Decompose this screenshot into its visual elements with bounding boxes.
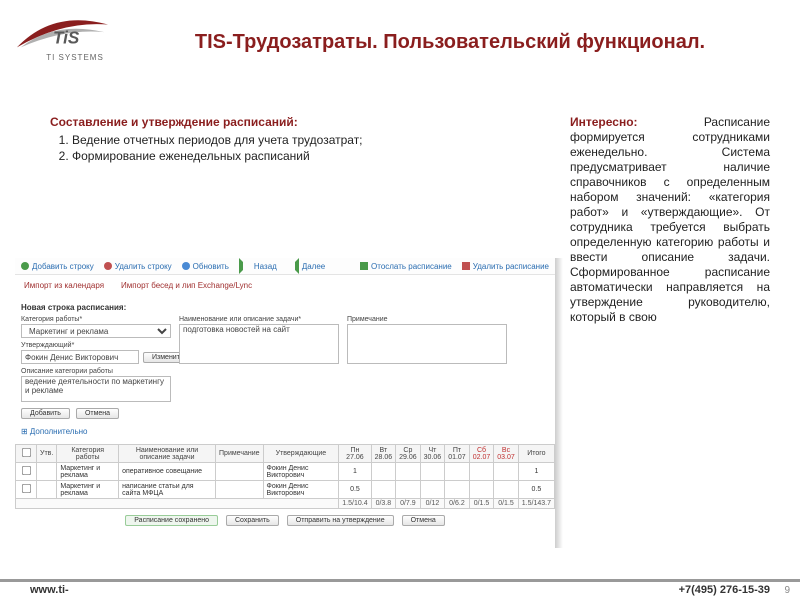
col-total: Итого xyxy=(518,445,554,463)
left-column: Составление и утверждение расписаний: Ве… xyxy=(50,115,430,165)
col-category: Категория работы xyxy=(57,445,119,463)
footer: www.ti- +7(495) 276-15-39 xyxy=(0,579,800,596)
import-lync-button[interactable]: Импорт бесед и лип Exchange/Lync xyxy=(118,281,252,290)
send-approval-button[interactable]: Отправить на утверждение xyxy=(287,515,394,526)
footer-site: www.ti- xyxy=(30,584,69,596)
app-toolbar: Добавить строку Удалить строку Обновить … xyxy=(15,258,555,275)
svg-text:TiS: TiS xyxy=(53,29,80,48)
activity-label: Наименование или описание задачи* xyxy=(179,316,339,323)
category-select[interactable]: Маркетинг и реклама xyxy=(21,324,171,338)
logo-swoosh-icon: TiS xyxy=(15,15,110,55)
back-button[interactable]: Назад xyxy=(239,258,277,274)
approver-input[interactable] xyxy=(21,350,139,364)
description-textarea[interactable]: ведение деятельности по маркетингу и рек… xyxy=(21,376,171,402)
saved-status-button[interactable]: Расписание сохранено xyxy=(125,515,218,526)
save-button[interactable]: Сохранить xyxy=(226,515,279,526)
col-day-1: Вт28.06 xyxy=(371,445,396,463)
logo: TiS TI SYSTEMS xyxy=(15,15,135,75)
right-column: Интересно: Расписание формируется сотруд… xyxy=(570,115,770,325)
delete-icon xyxy=(462,262,470,270)
col-day-3: Чт30.06 xyxy=(420,445,445,463)
page-title: TIS-Трудозатраты. Пользовательский функц… xyxy=(170,30,730,55)
col-day-6: Вс03.07 xyxy=(494,445,519,463)
left-list: Ведение отчетных периодов для учета труд… xyxy=(50,133,430,163)
app-screenshot: Добавить строку Удалить строку Обновить … xyxy=(15,258,555,554)
col-approver: Утверждающие xyxy=(263,445,339,463)
new-row-section-title: Новая строка расписания: xyxy=(15,293,555,316)
right-body: Расписание формируется сотрудниками ежен… xyxy=(570,115,770,324)
col-approve: Утв. xyxy=(37,445,57,463)
minus-icon xyxy=(104,262,112,270)
left-heading: Составление и утверждение расписаний: xyxy=(50,115,430,129)
table-row: Маркетинг и реклама написание статьи для… xyxy=(16,481,555,499)
col-day-2: Ср29.06 xyxy=(396,445,421,463)
screenshot-shadow xyxy=(555,258,563,548)
approver-label: Утверждающий* xyxy=(21,342,171,349)
additional-toggle[interactable]: ⊞ Дополнительно xyxy=(15,425,555,438)
send-schedule-button[interactable]: Отослать расписание xyxy=(360,262,452,271)
table-row: Маркетинг и реклама оперативное совещани… xyxy=(16,463,555,481)
description-label: Описание категории работы xyxy=(21,368,171,375)
right-heading: Интересно: xyxy=(570,115,638,129)
schedule-table: Утв. Категория работы Наименование или о… xyxy=(15,444,555,509)
table-footer-row: 1.5/10.4 0/3.8 0/7.9 0/12 0/6.2 0/1.5 0/… xyxy=(16,499,555,509)
activity-textarea[interactable]: подготовка новостей на сайт xyxy=(179,324,339,364)
delete-schedule-button[interactable]: Удалить расписание xyxy=(462,262,549,271)
add-button[interactable]: Добавить xyxy=(21,408,70,419)
note-label: Примечание xyxy=(347,316,507,323)
col-day-4: Пт01.07 xyxy=(445,445,470,463)
page-number: 9 xyxy=(784,585,790,596)
refresh-button[interactable]: Обновить xyxy=(182,262,229,271)
row-check[interactable] xyxy=(21,466,30,475)
col-day-5: Сб02.07 xyxy=(469,445,494,463)
plus-icon xyxy=(21,262,29,270)
delete-row-button[interactable]: Удалить строку xyxy=(104,262,172,271)
app-import-bar: Импорт из календаря Импорт бесед и лип E… xyxy=(15,275,555,293)
list-item: Формирование еженедельных расписаний xyxy=(72,149,430,163)
col-day-0: Пн27.06 xyxy=(339,445,371,463)
app-bottom-bar: Расписание сохранено Сохранить Отправить… xyxy=(15,509,555,532)
row-check[interactable] xyxy=(21,484,30,493)
send-icon xyxy=(360,262,368,270)
arrow-right-icon xyxy=(287,258,299,274)
arrow-left-icon xyxy=(239,258,251,274)
cancel-button[interactable]: Отмена xyxy=(76,408,119,419)
add-row-button[interactable]: Добавить строку xyxy=(21,262,94,271)
cancel-button-bottom[interactable]: Отмена xyxy=(402,515,445,526)
table-header-row: Утв. Категория работы Наименование или о… xyxy=(16,445,555,463)
import-calendar-button[interactable]: Импорт из календаря xyxy=(21,281,104,290)
list-item: Ведение отчетных периодов для учета труд… xyxy=(72,133,430,147)
check-all[interactable] xyxy=(21,448,30,457)
note-textarea[interactable] xyxy=(347,324,507,364)
refresh-icon xyxy=(182,262,190,270)
footer-phone: +7(495) 276-15-39 xyxy=(679,584,770,596)
col-task: Наименование или описание задачи xyxy=(119,445,216,463)
category-label: Категория работы* xyxy=(21,316,171,323)
forward-button[interactable]: Далее xyxy=(287,258,325,274)
col-note: Примечание xyxy=(216,445,264,463)
